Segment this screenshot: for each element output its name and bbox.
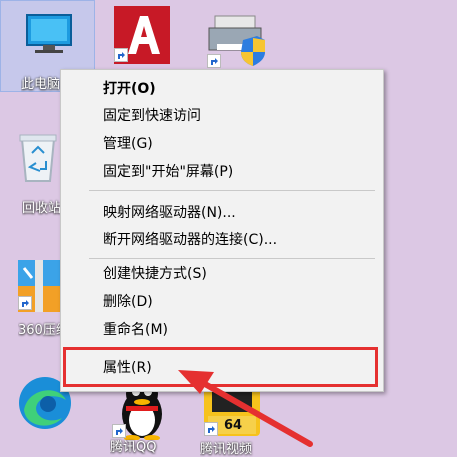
menu-pin-start[interactable]: 固定到"开始"屏幕(P): [61, 159, 383, 185]
shortcut-arrow-icon: [114, 48, 128, 62]
360-zip-label: 360压缩: [18, 323, 66, 338]
shortcut-arrow-icon: [207, 54, 221, 68]
menu-map-drive-label: 映射网络驱动器(N)...: [103, 205, 236, 221]
context-menu: 打开(O) 固定到快速访问 管理(G) 固定到"开始"屏幕(P) 映射网络驱动器…: [60, 69, 384, 392]
menu-separator: [89, 258, 375, 259]
menu-separator: [89, 190, 375, 191]
shortcut-arrow-icon: [18, 296, 32, 310]
menu-delete[interactable]: 删除(D): [61, 289, 383, 315]
menu-open[interactable]: 打开(O): [61, 76, 383, 102]
this-pc-label: 此电脑: [21, 77, 61, 92]
recycle-bin-label: 回收站: [22, 201, 62, 216]
menu-map-drive[interactable]: 映射网络驱动器(N)...: [61, 200, 383, 226]
recycle-bin-icon: [19, 134, 57, 182]
menu-rename-label: 重命名(M): [103, 322, 169, 338]
menu-create-shortcut[interactable]: 创建快捷方式(S): [61, 261, 383, 287]
desktop-icon-printer-shield[interactable]: [205, 6, 270, 68]
menu-pin-start-label: 固定到"开始"屏幕(P): [103, 164, 234, 180]
menu-manage[interactable]: 管理(G): [61, 131, 383, 157]
menu-create-shortcut-label: 创建快捷方式(S): [103, 266, 207, 282]
menu-rename[interactable]: 重命名(M): [61, 317, 383, 343]
desktop-icon-autocad[interactable]: [110, 4, 175, 68]
menu-open-label: 打开(O): [103, 81, 156, 97]
qq-label: 腾讯QQ: [110, 440, 157, 455]
annotation-arrow-icon: [178, 370, 313, 447]
menu-manage-label: 管理(G): [103, 136, 153, 152]
menu-pin-quick-access[interactable]: 固定到快速访问: [61, 103, 383, 129]
menu-disconnect-drive-label: 断开网络驱动器的连接(C)...: [103, 232, 278, 248]
desktop-icon-recycle-bin[interactable]: 回收站: [10, 125, 62, 216]
computer-icon: [26, 14, 72, 53]
menu-disconnect-drive[interactable]: 断开网络驱动器的连接(C)...: [61, 227, 383, 253]
menu-pin-quick-access-label: 固定到快速访问: [103, 108, 201, 124]
menu-delete-label: 删除(D): [103, 294, 153, 310]
desktop-icon-360-zip[interactable]: 360压缩: [10, 256, 66, 346]
